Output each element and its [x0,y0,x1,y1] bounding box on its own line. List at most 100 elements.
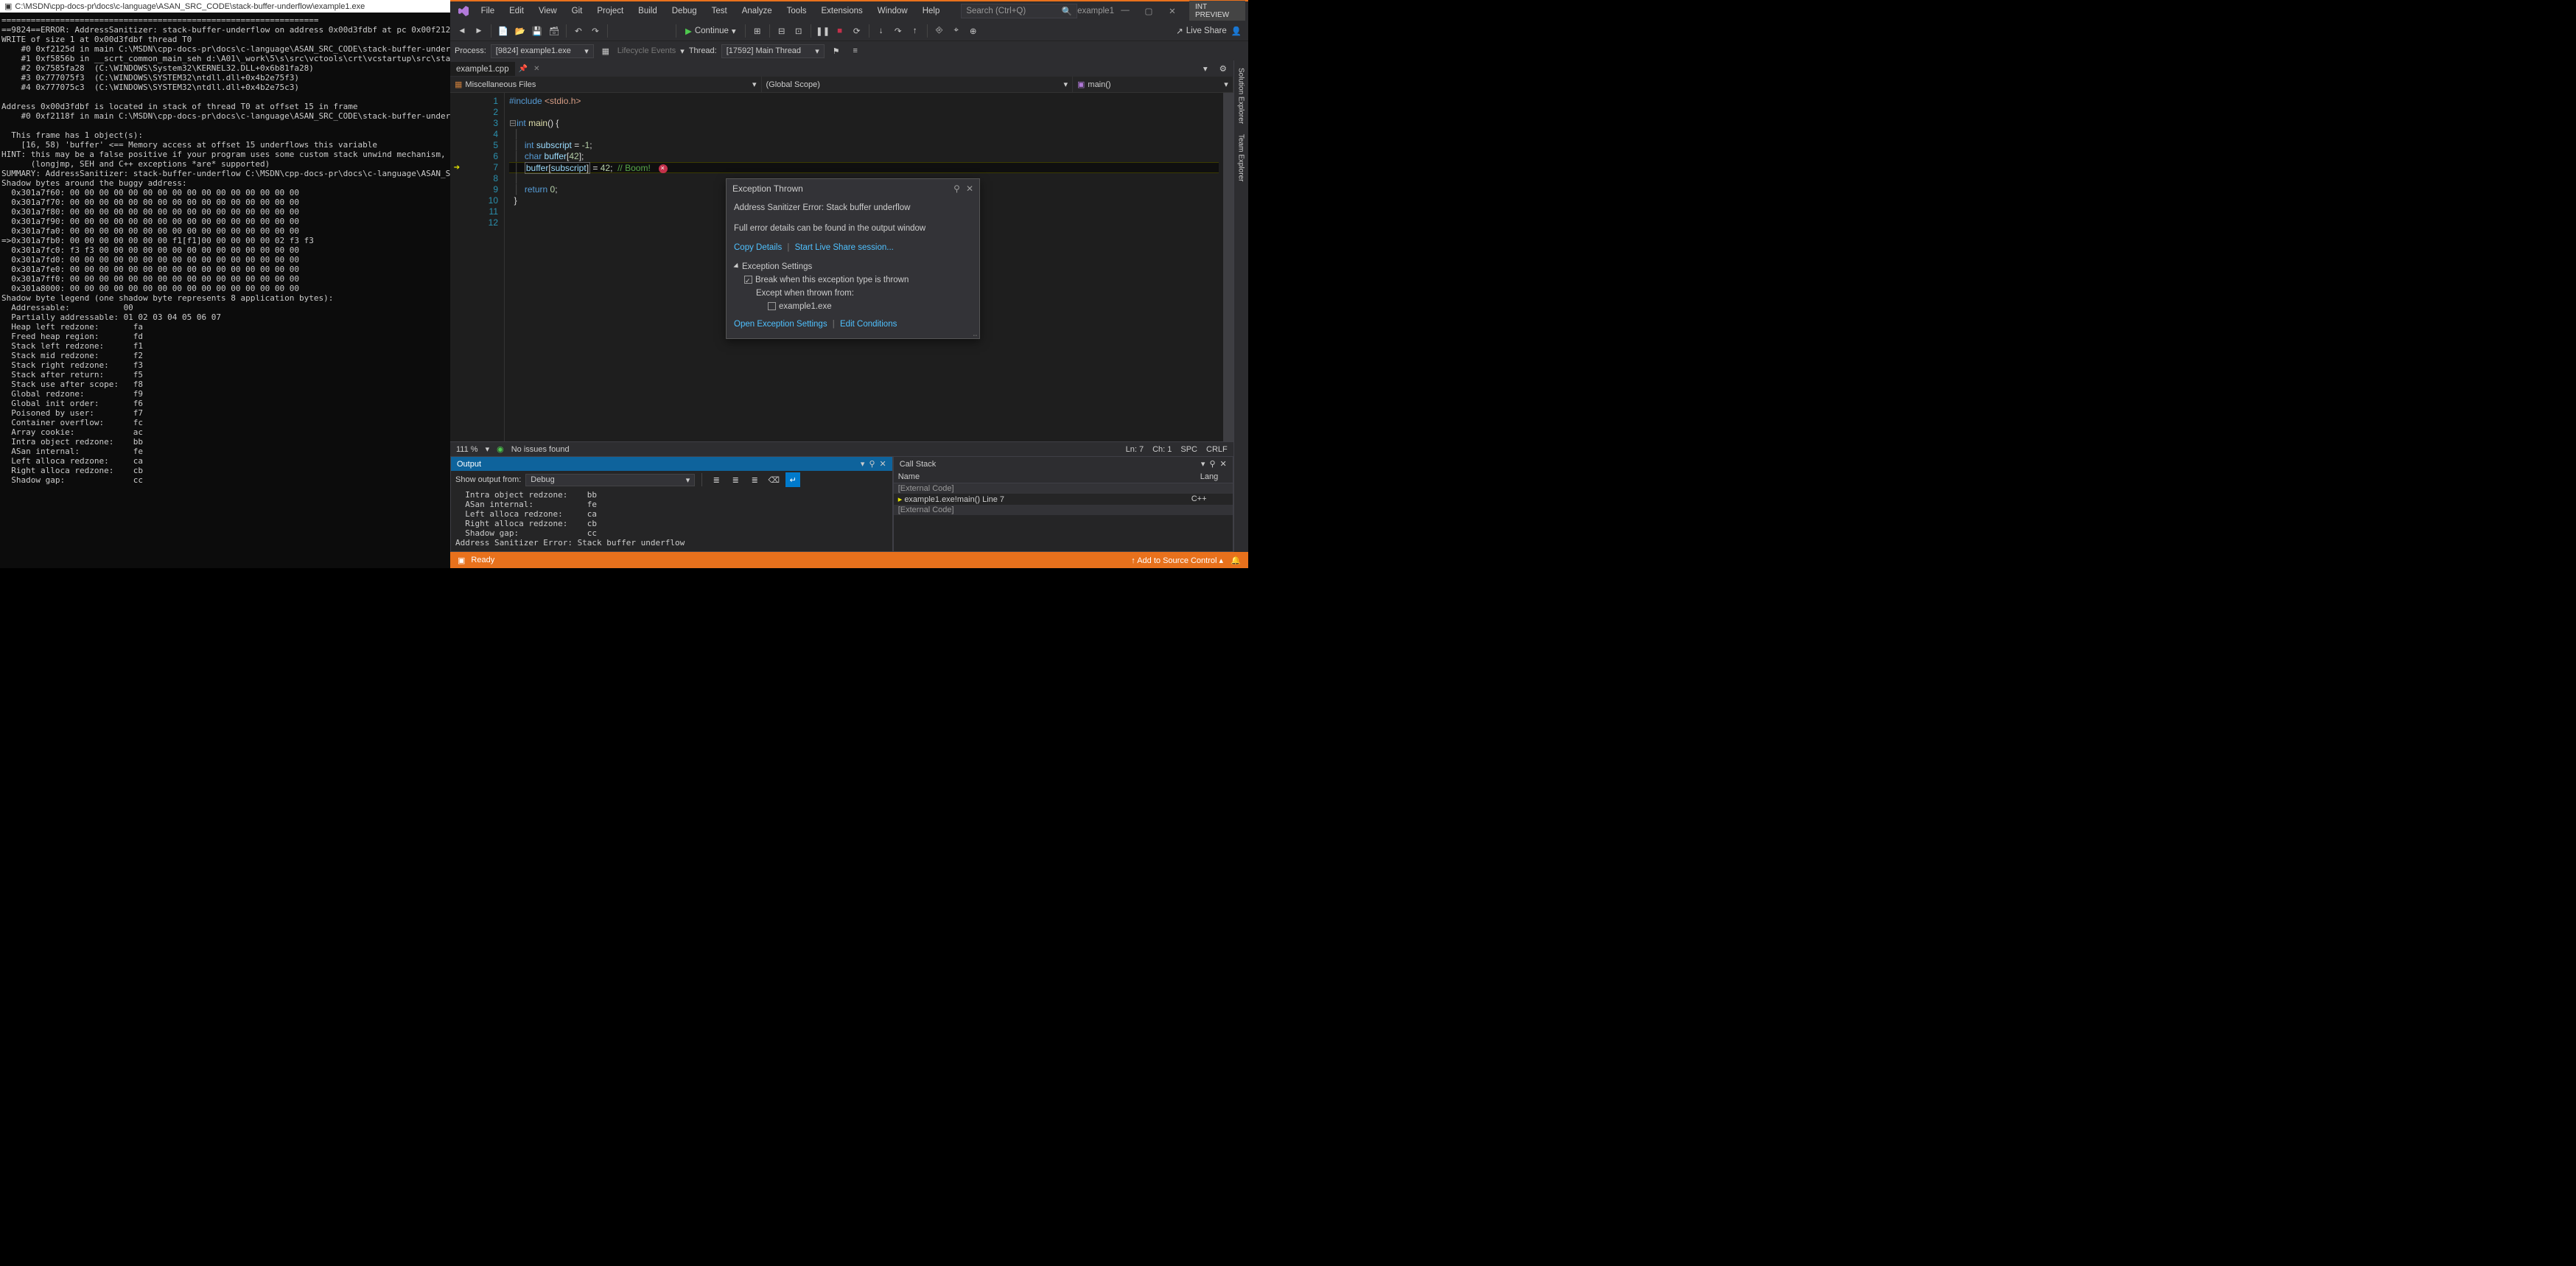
glyph-margin[interactable]: ➔ [450,93,463,441]
menu-file[interactable]: File [475,4,502,18]
navbox-project[interactable]: ▦ Miscellaneous Files ▾ [450,77,762,92]
feedback-button[interactable]: 👤 [1229,24,1244,38]
chevron-down-icon[interactable]: ▾ [861,459,865,469]
menu-git[interactable]: Git [565,4,589,18]
edit-conditions-link[interactable]: Edit Conditions [840,320,897,329]
tab-pin-icon[interactable]: 📌 [517,63,530,75]
save-button[interactable]: 💾 [530,24,545,38]
editor-tab[interactable]: example1.cpp [450,62,515,76]
chevron-down-icon[interactable]: ▾ [680,46,685,56]
output-body[interactable]: Intra object redzone: bb ASan internal: … [451,489,892,551]
resize-grip-icon[interactable]: ⣀ [973,329,978,337]
step-over-button[interactable]: ↷ [891,24,906,38]
chevron-down-icon[interactable]: ▾ [486,444,490,454]
callstack-body[interactable]: [External Code] example1.exe!main() Line… [894,483,1233,551]
exception-header[interactable]: Exception Thrown ⚲ ✕ [727,179,979,198]
menu-view[interactable]: View [532,4,564,18]
zoom-level[interactable]: 111 % [456,445,478,454]
maximize-button[interactable]: ▢ [1138,4,1160,18]
line-ending[interactable]: CRLF [1206,445,1228,454]
menu-project[interactable]: Project [590,4,630,18]
tab-dropdown-icon[interactable]: ▾ [1198,61,1213,76]
stop-button[interactable]: ■ [833,24,847,38]
issues-text[interactable]: No issues found [511,445,570,454]
code-content[interactable]: #include <stdio.h> ⊟int main() { │ │ int… [505,93,1223,441]
navbox-scope[interactable]: (Global Scope) ▾ [762,77,1074,92]
minimize-button[interactable]: — [1114,4,1136,18]
save-all-button[interactable]: 🗃 [547,24,561,38]
callstack-row[interactable]: [External Code] [894,483,1233,494]
tb-icon-5[interactable]: ⌖ [949,24,964,38]
source-control-button[interactable]: ↑ Add to Source Control ▴ [1131,556,1223,565]
error-glyph-icon[interactable] [659,164,668,173]
menu-window[interactable]: Window [871,4,914,18]
copy-details-link[interactable]: Copy Details [734,243,782,252]
thread-dropdown[interactable]: [17592] Main Thread ▾ [721,44,825,58]
step-into-button[interactable]: ↓ [874,24,889,38]
redo-button[interactable]: ↷ [588,24,603,38]
menu-analyze[interactable]: Analyze [735,4,779,18]
open-exception-settings-link[interactable]: Open Exception Settings [734,320,827,329]
open-button[interactable]: 📂 [513,24,528,38]
menu-tools[interactable]: Tools [780,4,813,18]
indent-mode[interactable]: SPC [1180,445,1197,454]
close-icon[interactable]: ✕ [880,459,886,469]
output-source-dropdown[interactable]: Debug ▾ [525,474,695,486]
continue-button[interactable]: ▶ Continue ▾ [681,24,741,38]
tb-icon-4[interactable]: ⎆ [932,24,947,38]
navbox-member[interactable]: ▣ main() ▾ [1073,77,1233,92]
tb-icon-3[interactable]: ⊡ [791,24,806,38]
menu-help[interactable]: Help [916,4,947,18]
step-out-button[interactable]: ↑ [908,24,923,38]
pin-icon[interactable]: ⚲ [953,183,960,194]
chevron-down-icon[interactable]: ▾ [1201,459,1205,469]
nav-back-button[interactable]: ◄ [455,24,469,38]
break-checkbox[interactable]: Break when this exception type is thrown [744,273,972,287]
output-wrap-button[interactable]: ↵ [785,472,800,487]
line-number[interactable]: Ln: 7 [1126,445,1144,454]
tab-settings-icon[interactable]: ⚙ [1216,61,1231,76]
pause-button[interactable]: ❚❚ [816,24,830,38]
col-lang[interactable]: Lang [1196,471,1233,483]
solution-explorer-tab[interactable]: Solution Explorer [1236,63,1247,128]
undo-button[interactable]: ↶ [571,24,586,38]
start-liveshare-link[interactable]: Start Live Share session... [795,243,894,252]
col-name[interactable]: Name [894,471,1196,483]
callstack-row[interactable]: [External Code] [894,505,1233,515]
nav-fwd-button[interactable]: ► [472,24,486,38]
menu-build[interactable]: Build [631,4,664,18]
process-dropdown[interactable]: [9824] example1.exe ▾ [491,44,594,58]
pin-icon[interactable]: ⚲ [869,459,875,469]
code-editor[interactable]: ➔ 123 456 789 101112 #include <stdio.h> … [450,93,1233,441]
notifications-button[interactable]: 🔔 [1231,556,1241,565]
output-pane-header[interactable]: Output ▾ ⚲ ✕ [451,457,892,471]
console-output[interactable]: ========================================… [0,13,450,568]
menu-edit[interactable]: Edit [503,4,531,18]
output-tb-1[interactable]: ≣ [709,472,724,487]
menu-debug[interactable]: Debug [665,4,704,18]
close-icon[interactable]: ✕ [1220,459,1227,469]
menu-test[interactable]: Test [705,4,734,18]
char-number[interactable]: Ch: 1 [1152,445,1172,454]
quick-search[interactable]: Search (Ctrl+Q) 🔍 [961,4,1077,18]
except-exe-checkbox[interactable]: example1.exe [744,300,972,313]
live-share-button[interactable]: ↗ Live Share [1176,26,1227,36]
team-explorer-tab[interactable]: Team Explorer [1236,130,1247,186]
callstack-columns[interactable]: Name Lang [894,471,1233,483]
output-clear-button[interactable]: ⌫ [766,472,781,487]
editor-scrollbar[interactable] [1223,93,1233,441]
vs-logo-icon[interactable] [458,4,470,18]
menu-extensions[interactable]: Extensions [815,4,869,18]
tab-close-icon[interactable]: ✕ [531,63,542,75]
flag-icon[interactable]: ⚑ [829,43,844,58]
output-tb-3[interactable]: ≣ [747,472,762,487]
tb-icon-2[interactable]: ⊟ [774,24,789,38]
callstack-row[interactable]: example1.exe!main() Line 7 C++ [894,494,1233,505]
tb-icon-6[interactable]: ⊕ [966,24,981,38]
exception-settings-toggle[interactable]: Exception Settings [734,260,972,273]
close-button[interactable]: ✕ [1161,4,1183,18]
tb-icon-1[interactable]: ⊞ [750,24,765,38]
new-item-button[interactable]: 📄 [496,24,511,38]
close-icon[interactable]: ✕ [966,183,973,194]
stackframe-icon[interactable]: ≡ [848,43,863,58]
